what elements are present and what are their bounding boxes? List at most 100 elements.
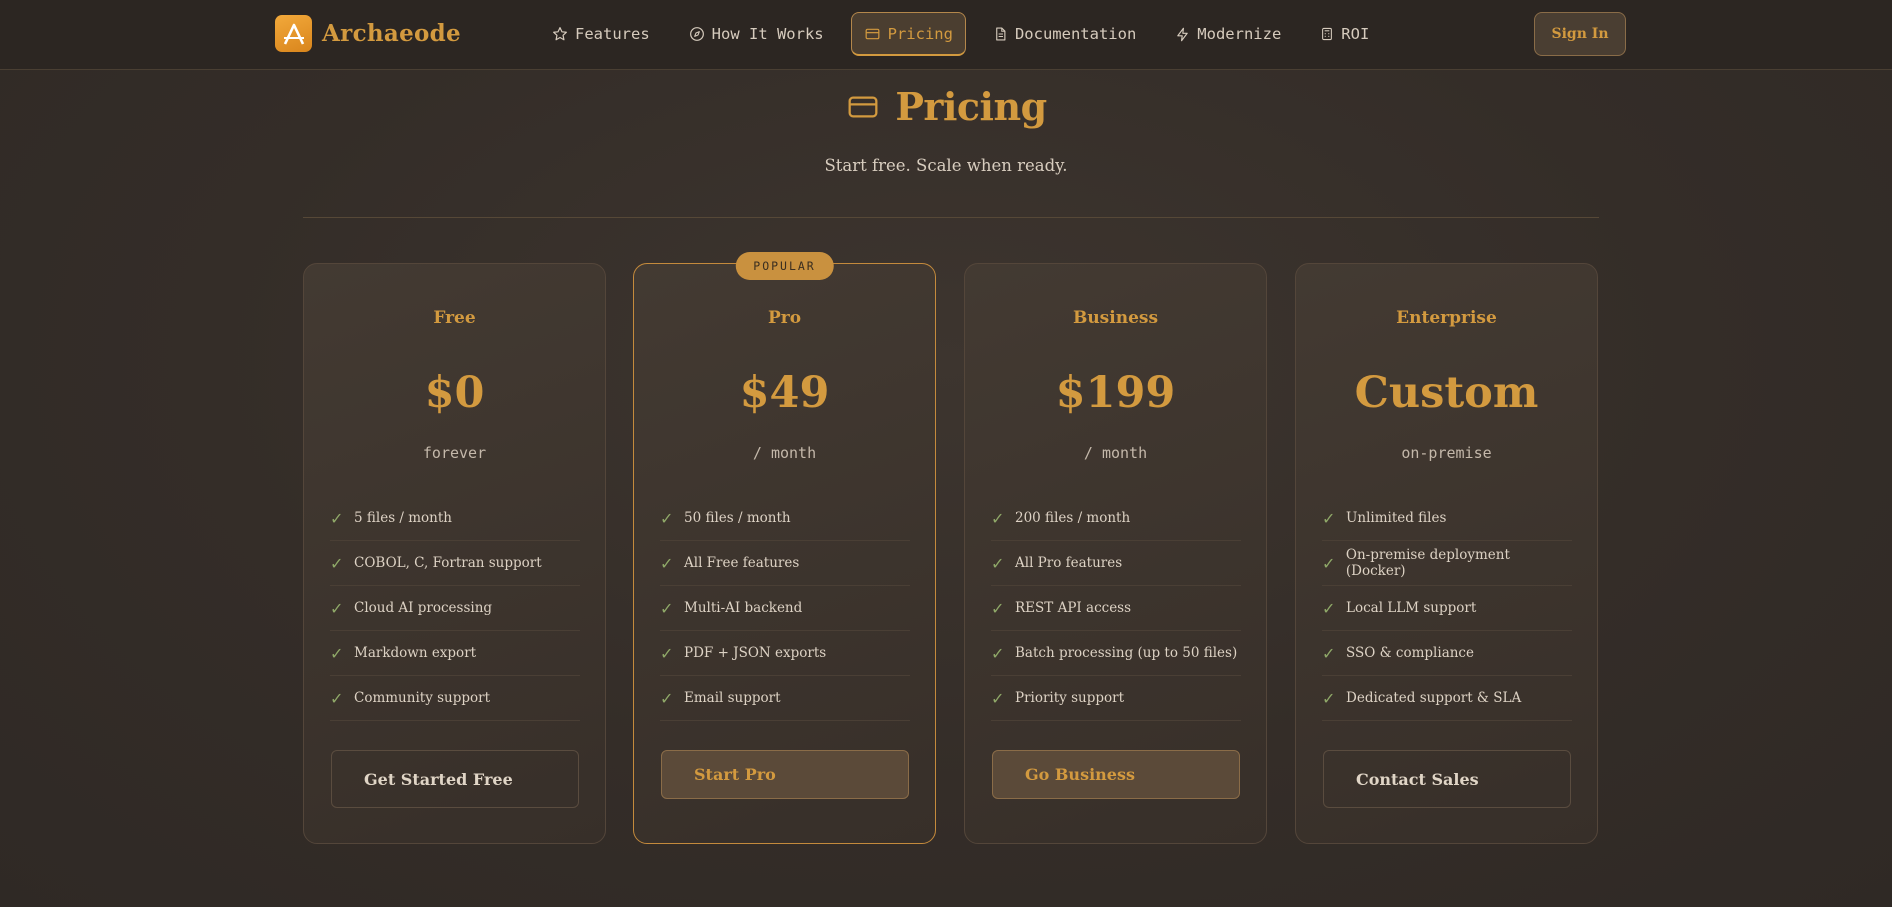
feature-text: Multi-AI backend [684, 600, 803, 616]
plan-period: forever [422, 444, 487, 462]
feature-item: ✓ Cloud AI processing [330, 586, 580, 631]
plan-price: Custom [1354, 368, 1539, 418]
feature-text: COBOL, C, Fortran support [354, 555, 542, 571]
check-icon: ✓ [991, 508, 1005, 528]
pricing-card-business: Business $199 / month ✓ 200 files / month… [964, 263, 1267, 844]
plan-name: Business [1072, 308, 1159, 328]
nav-item-documentation[interactable]: Documentation [981, 12, 1148, 56]
feature-item: ✓ Community support [330, 676, 580, 721]
top-navbar: Archaeode Features How It Works Pricing … [0, 0, 1892, 70]
compass-icon [689, 27, 704, 41]
go-business-button[interactable]: Go Business [992, 750, 1240, 799]
check-icon: ✓ [991, 598, 1005, 618]
feature-text: Batch processing (up to 50 files) [1015, 645, 1238, 661]
feature-text: SSO & compliance [1346, 645, 1474, 661]
check-icon: ✓ [1322, 508, 1336, 528]
feature-list: ✓ 50 files / month ✓ All Free features ✓ Mu… [660, 496, 910, 721]
nav-item-label: Documentation [1014, 25, 1137, 43]
nav-item-label: Features [575, 25, 650, 43]
pricing-card-free: Free $0 forever ✓ 5 files / month ✓ COBOL,… [303, 263, 606, 844]
page-title: Pricing [0, 84, 1892, 129]
nav-item-how-it-works[interactable]: How It Works [677, 12, 836, 56]
feature-text: Cloud AI processing [354, 600, 493, 616]
calculator-icon [1322, 27, 1333, 41]
page-subtitle: Start free. Scale when ready. [824, 156, 1068, 175]
feature-text: Unlimited files [1346, 510, 1447, 526]
pricing-card-enterprise: Enterprise Custom on-premise ✓ Unlimited … [1295, 263, 1598, 844]
feature-item: ✓ SSO & compliance [1322, 631, 1572, 676]
plan-price: $0 [424, 368, 485, 418]
nav-item-pricing[interactable]: Pricing [850, 12, 966, 56]
feature-item: ✓ All Pro features [991, 541, 1241, 586]
check-icon: ✓ [1322, 643, 1336, 663]
contact-sales-button[interactable]: Contact Sales [1323, 750, 1571, 808]
check-icon: ✓ [330, 688, 344, 708]
check-icon: ✓ [1322, 553, 1336, 573]
document-icon [996, 27, 1006, 41]
check-icon: ✓ [660, 553, 674, 573]
check-icon: ✓ [1322, 598, 1336, 618]
plan-period: on-premise [1401, 444, 1492, 462]
feature-item: ✓ Markdown export [330, 631, 580, 676]
plan-name: Enterprise [1396, 308, 1497, 328]
nav-item-label: Pricing [887, 24, 953, 43]
feature-item: ✓ Priority support [991, 676, 1241, 721]
feature-list: ✓ Unlimited files ✓ On-premise deployment … [1322, 496, 1572, 721]
feature-item: ✓ On-premise deployment (Docker) [1322, 541, 1572, 586]
feature-item: ✓ Batch processing (up to 50 files) [991, 631, 1241, 676]
check-icon: ✓ [330, 598, 344, 618]
feature-text: 50 files / month [684, 510, 791, 526]
feature-item: ✓ 200 files / month [991, 496, 1241, 541]
feature-text: Dedicated support & SLA [1346, 690, 1522, 706]
feature-item: ✓ PDF + JSON exports [660, 631, 910, 676]
nav-item-label: How It Works [711, 25, 824, 43]
check-icon: ✓ [660, 508, 674, 528]
check-icon: ✓ [660, 688, 674, 708]
nav-item-features[interactable]: Features [540, 12, 662, 56]
pricing-card-pro: POPULAR Pro $49 / month ✓ 50 files / mont… [633, 252, 936, 844]
plan-price: $199 [1055, 368, 1176, 418]
feature-item: ✓ Local LLM support [1322, 586, 1572, 631]
check-icon: ✓ [1322, 688, 1336, 708]
feature-item: ✓ 50 files / month [660, 496, 910, 541]
feature-list: ✓ 5 files / month ✓ COBOL, C, Fortran supp… [330, 496, 580, 721]
start-pro-button[interactable]: Start Pro [661, 750, 909, 799]
feature-text: Community support [354, 690, 491, 706]
feature-text: Email support [684, 690, 781, 706]
brand-name: Archaeode [322, 20, 461, 47]
brand-logo[interactable]: Archaeode [275, 15, 461, 52]
logo-icon [275, 15, 312, 52]
feature-text: On-premise deployment (Docker) [1345, 547, 1510, 579]
check-icon: ✓ [991, 643, 1005, 663]
check-icon: ✓ [660, 643, 674, 663]
get-started-free-button[interactable]: Get Started Free [331, 750, 579, 808]
feature-item: ✓ REST API access [991, 586, 1241, 631]
nav-links: Features How It Works Pricing Documentat… [540, 12, 1396, 56]
nav-item-modernize[interactable]: Modernize [1163, 12, 1293, 56]
feature-text: Priority support [1015, 690, 1125, 706]
check-icon: ✓ [991, 688, 1005, 708]
feature-text: Markdown export [354, 645, 477, 661]
credit-card-icon [865, 28, 880, 39]
check-icon: ✓ [330, 508, 344, 528]
feature-item: ✓ Multi-AI backend [660, 586, 910, 631]
plan-name: Free [433, 308, 476, 328]
feature-item: ✓ Unlimited files [1322, 496, 1572, 541]
feature-item: ✓ All Free features [660, 541, 910, 586]
sign-in-button[interactable]: Sign In [1534, 12, 1626, 56]
feature-item: ✓ 5 files / month [330, 496, 580, 541]
feature-text: 200 files / month [1015, 510, 1131, 526]
feature-text: All Free features [684, 555, 800, 571]
section-divider [303, 217, 1599, 218]
feature-item: ✓ Email support [660, 676, 910, 721]
feature-list: ✓ 200 files / month ✓ All Pro features ✓ RE… [991, 496, 1241, 721]
feature-item: ✓ Dedicated support & SLA [1322, 676, 1572, 721]
credit-card-icon [848, 96, 878, 117]
star-icon [553, 27, 567, 41]
feature-text: REST API access [1015, 600, 1132, 616]
check-icon: ✓ [991, 553, 1005, 573]
nav-item-roi[interactable]: ROI [1308, 12, 1381, 56]
nav-item-label: Modernize [1197, 25, 1282, 43]
check-icon: ✓ [330, 643, 344, 663]
feature-text: All Pro features [1015, 555, 1123, 571]
